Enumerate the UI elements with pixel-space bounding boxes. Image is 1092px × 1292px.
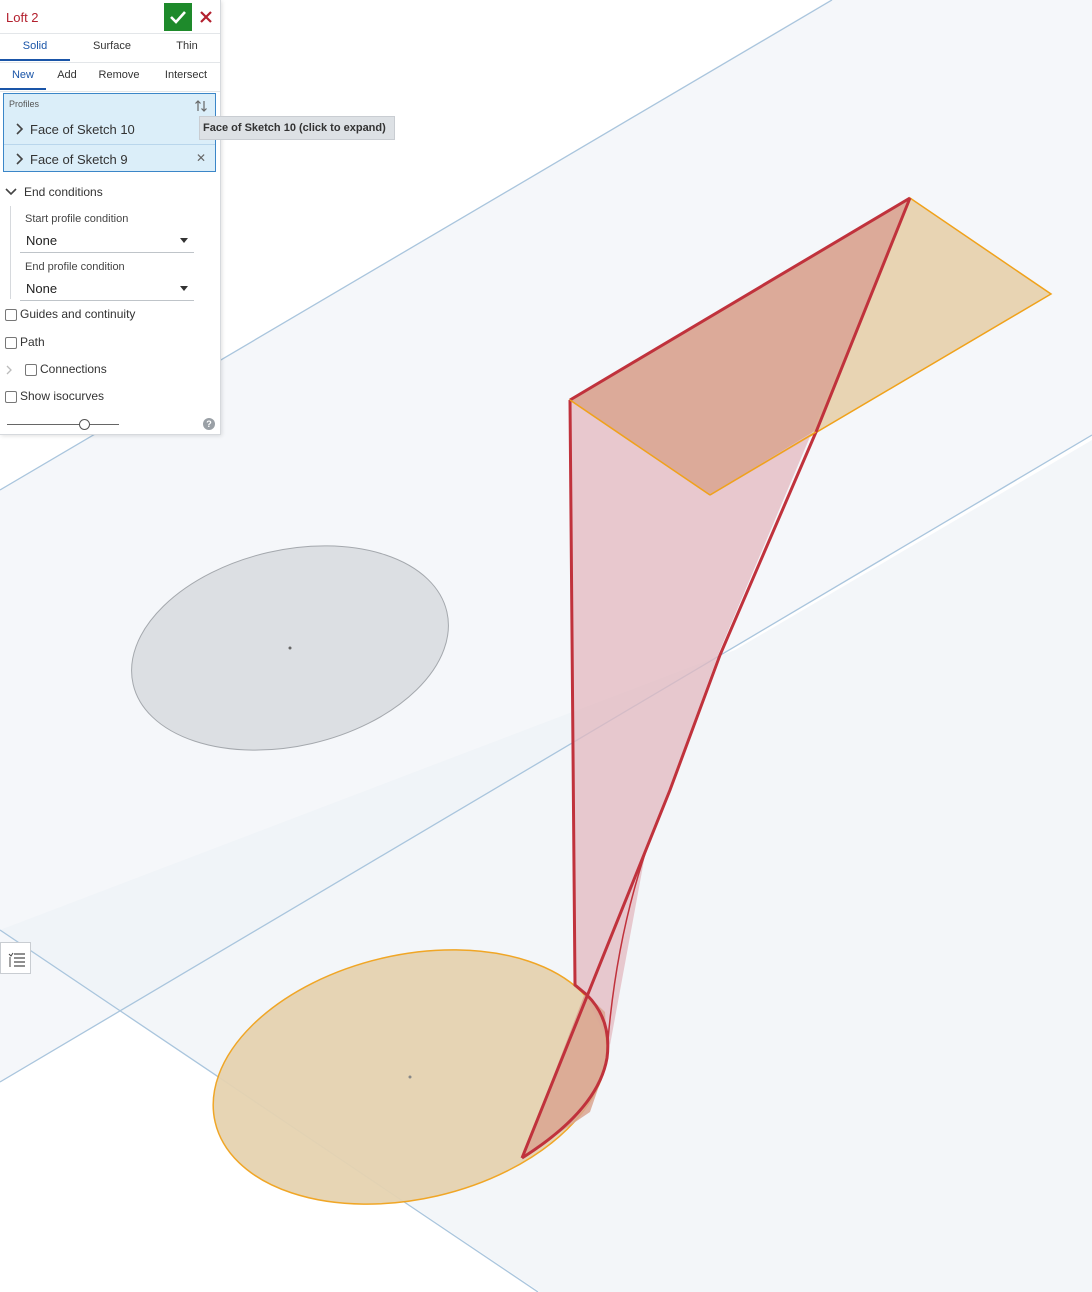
accept-button[interactable] [164, 3, 192, 31]
connections-checkbox[interactable] [25, 364, 37, 376]
tab-surface[interactable]: Surface [77, 34, 147, 61]
profile-item[interactable]: Face of Sketch 9 ✕ [4, 144, 215, 173]
chevron-right-icon[interactable] [15, 153, 25, 165]
sketch-center-point [288, 646, 292, 650]
profile-center-point [408, 1075, 412, 1079]
tab-solid[interactable]: Solid [0, 34, 70, 61]
checkmark-icon [170, 11, 186, 24]
isocurves-checkbox[interactable] [5, 391, 17, 403]
dialog-title: Loft 2 [6, 10, 39, 25]
profiles-list[interactable]: Profiles Face of Sketch 10 Face of Sketc… [3, 93, 216, 172]
loft-feature-dialog: Loft 2 Solid Surface Thin New Add Remove… [0, 0, 221, 435]
path-row[interactable]: Path [0, 334, 220, 354]
tab-thin[interactable]: Thin [155, 34, 219, 61]
operation-tabs: New Add Remove Intersect [0, 63, 220, 92]
guides-checkbox[interactable] [5, 309, 17, 321]
cancel-button[interactable] [196, 3, 216, 31]
isocurves-label: Show isocurves [20, 389, 105, 403]
end-condition-label: End profile condition [25, 261, 125, 273]
guides-label: Guides and continuity [20, 307, 136, 321]
path-label: Path [20, 335, 45, 349]
tab-remove[interactable]: Remove [90, 63, 148, 90]
profile-item-label: Face of Sketch 10 [30, 122, 135, 137]
feature-list-toggle[interactable] [0, 942, 31, 974]
start-condition-label: Start profile condition [25, 213, 129, 225]
end-condition-select[interactable]: None [20, 278, 194, 301]
tab-intersect[interactable]: Intersect [154, 63, 218, 90]
section-indent-line [10, 206, 11, 299]
end-conditions-label: End conditions [24, 185, 103, 199]
end-condition-value: None [26, 281, 58, 296]
profiles-label: Profiles [9, 99, 40, 109]
list-icon [8, 952, 25, 967]
body-type-tabs: Solid Surface Thin [0, 34, 220, 63]
remove-profile-icon[interactable]: ✕ [194, 151, 208, 165]
start-condition-select[interactable]: None [20, 230, 194, 253]
isocurve-slider-track[interactable] [7, 424, 119, 425]
start-condition-value: None [26, 233, 58, 248]
tooltip: Face of Sketch 10 (click to expand) [199, 116, 395, 140]
tab-new[interactable]: New [0, 63, 46, 90]
connections-label: Connections [40, 362, 107, 376]
dialog-header: Loft 2 [0, 0, 220, 34]
profile-item[interactable]: Face of Sketch 10 [4, 115, 215, 143]
tab-add[interactable]: Add [49, 63, 85, 90]
isocurve-slider-thumb[interactable] [79, 419, 90, 430]
close-icon [200, 11, 212, 23]
chevron-right-icon[interactable] [6, 365, 12, 375]
dropdown-caret-icon [180, 286, 188, 291]
end-conditions-toggle[interactable]: End conditions [0, 181, 220, 203]
help-icon[interactable]: ? [203, 418, 215, 430]
chevron-down-icon [5, 188, 17, 196]
profile-item-label: Face of Sketch 9 [30, 152, 128, 167]
connections-row[interactable]: Connections [0, 361, 220, 381]
guides-continuity-row[interactable]: Guides and continuity [0, 306, 220, 326]
path-checkbox[interactable] [5, 337, 17, 349]
reorder-icon[interactable] [194, 99, 208, 113]
dropdown-caret-icon [180, 238, 188, 243]
show-isocurves-row[interactable]: Show isocurves [0, 388, 220, 408]
chevron-right-icon[interactable] [15, 123, 25, 135]
